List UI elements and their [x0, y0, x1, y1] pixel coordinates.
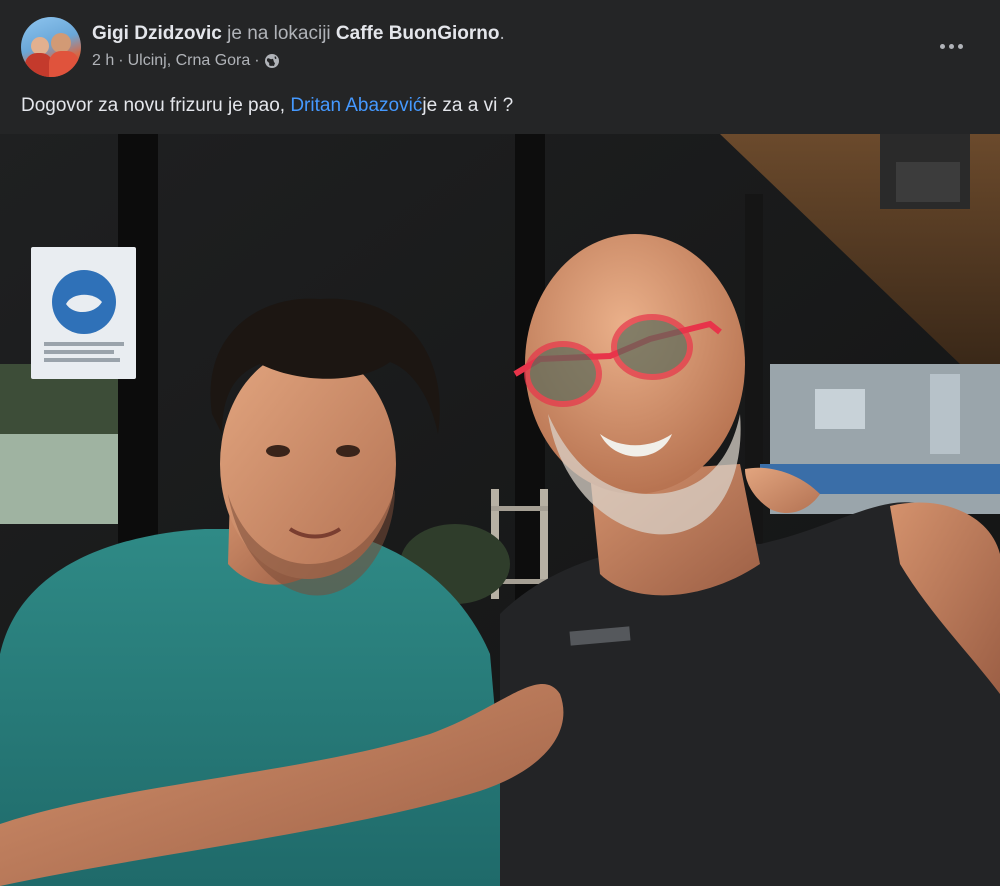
meta-separator: ·: [118, 52, 124, 69]
post-text-after: je za a vi ?: [422, 95, 514, 116]
post-header: Gigi Dzidzovic je na lokaciji Caffe Buon…: [0, 0, 1000, 134]
title-period: .: [499, 23, 505, 44]
location-link[interactable]: Caffe BuonGiorno: [336, 23, 500, 44]
post-place: Ulcinj, Crna Gora: [127, 52, 251, 69]
post-meta: 2 h · Ulcinj, Crna Gora ·: [92, 50, 280, 72]
post-text: Dogovor za novu frizuru je pao, Dritan A…: [21, 93, 513, 119]
location-prefix: je na lokaciji: [227, 23, 331, 44]
author-name[interactable]: Gigi Dzidzovic: [92, 23, 222, 44]
globe-icon[interactable]: [264, 53, 280, 69]
mention-link[interactable]: Dritan Abazović: [290, 95, 422, 116]
post-time[interactable]: 2 h: [92, 50, 114, 72]
more-options-icon[interactable]: [936, 34, 968, 58]
avatar[interactable]: [21, 17, 81, 77]
post-text-before: Dogovor za novu frizuru je pao,: [21, 95, 286, 116]
post-title-line: Gigi Dzidzovic je na lokaciji Caffe Buon…: [92, 22, 505, 46]
facebook-post: Gigi Dzidzovic je na lokaciji Caffe Buon…: [0, 0, 1000, 886]
post-photo[interactable]: [0, 134, 1000, 886]
meta-separator: ·: [254, 52, 260, 69]
selfie-photo-illustration: [0, 134, 1000, 886]
